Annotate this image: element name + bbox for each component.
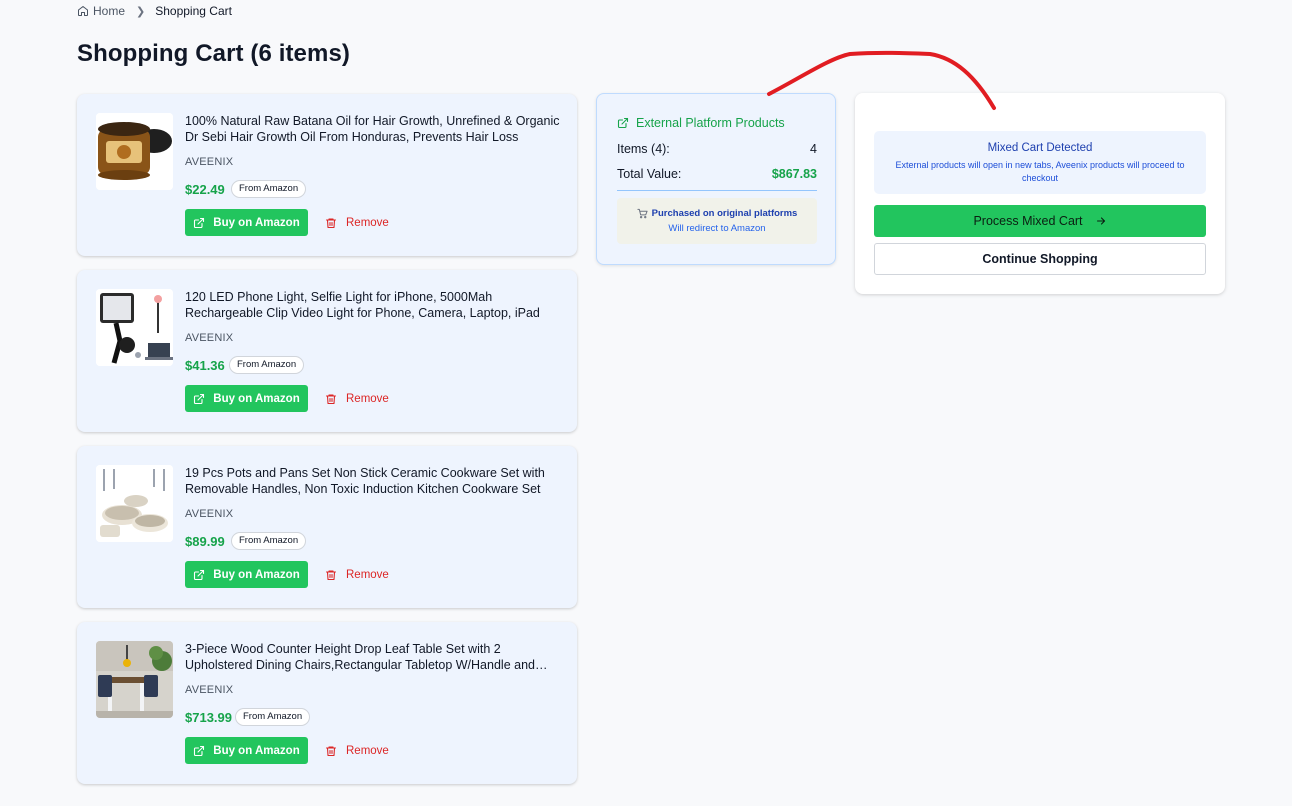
remove-button[interactable]: Remove (325, 561, 389, 588)
source-badge: From Amazon (231, 180, 307, 198)
product-title[interactable]: 19 Pcs Pots and Pans Set Non Stick Ceram… (185, 465, 560, 497)
source-badge: From Amazon (235, 708, 311, 726)
remove-button-label: Remove (346, 568, 389, 581)
external-link-icon (194, 217, 205, 228)
external-link-icon (194, 569, 205, 580)
remove-button-label: Remove (346, 744, 389, 757)
remove-button[interactable]: Remove (325, 737, 389, 764)
product-title[interactable]: 120 LED Phone Light, Selfie Light for iP… (185, 289, 560, 321)
divider (617, 190, 817, 191)
trash-icon (325, 393, 337, 404)
external-link-icon (194, 393, 205, 404)
redirect-note-line2: Will redirect to Amazon (668, 223, 766, 234)
remove-button[interactable]: Remove (325, 209, 389, 236)
redirect-note-title: Purchased on original platforms (617, 208, 817, 219)
mixed-cart-alert-description: External products will open in new tabs,… (895, 160, 1185, 183)
external-link-icon (194, 745, 205, 756)
buy-button-label: Buy on Amazon (213, 568, 300, 581)
items-value: 4 (810, 142, 817, 156)
total-label: Total Value: (617, 167, 682, 181)
continue-button-label: Continue Shopping (982, 252, 1098, 266)
items-label: Items (4): (617, 142, 670, 156)
chevron-right-icon: ❯ (136, 5, 146, 18)
source-badge: From Amazon (231, 532, 307, 550)
items-row: Items (4): 4 (617, 142, 817, 156)
checkout-panel: Mixed Cart Detected External products wi… (855, 93, 1225, 294)
breadcrumb: Home ❯ Shopping Cart (77, 4, 232, 18)
breadcrumb-home[interactable]: Home (77, 4, 125, 18)
cart-item: 19 Pcs Pots and Pans Set Non Stick Ceram… (77, 446, 577, 608)
buy-on-amazon-button[interactable]: Buy on Amazon (185, 209, 308, 236)
redirect-note: Purchased on original platforms Will red… (617, 198, 817, 244)
remove-button[interactable]: Remove (325, 385, 389, 412)
page-title: Shopping Cart (6 items) (77, 40, 350, 67)
product-price: $22.49 (185, 182, 225, 197)
trash-icon (325, 569, 337, 580)
source-badge: From Amazon (229, 356, 305, 374)
external-link-icon (617, 117, 629, 129)
home-icon (78, 6, 88, 16)
cart-item: 100% Natural Raw Batana Oil for Hair Gro… (77, 94, 577, 256)
remove-button-label: Remove (346, 392, 389, 405)
product-price: $41.36 (185, 358, 225, 373)
total-row: Total Value: $867.83 (617, 167, 817, 181)
arrow-right-icon (1096, 217, 1105, 225)
process-mixed-cart-button[interactable]: Process Mixed Cart (874, 205, 1206, 237)
product-price: $713.99 (185, 710, 232, 725)
product-image[interactable] (96, 289, 173, 366)
remove-button-label: Remove (346, 216, 389, 229)
product-title[interactable]: 100% Natural Raw Batana Oil for Hair Gro… (185, 113, 560, 145)
continue-shopping-button[interactable]: Continue Shopping (874, 243, 1206, 275)
external-summary-title: External Platform Products (617, 116, 785, 130)
buy-button-label: Buy on Amazon (213, 216, 300, 229)
buy-button-label: Buy on Amazon (213, 744, 300, 757)
external-summary-title-text: External Platform Products (636, 116, 785, 130)
external-platform-summary: External Platform Products Items (4): 4 … (596, 93, 836, 265)
cart-item: 3-Piece Wood Counter Height Drop Leaf Ta… (77, 622, 577, 784)
mixed-cart-alert: Mixed Cart Detected External products wi… (874, 131, 1206, 194)
product-brand: AVEENIX (185, 684, 234, 696)
product-image[interactable] (96, 113, 173, 190)
cart-item: 120 LED Phone Light, Selfie Light for iP… (77, 270, 577, 432)
product-title[interactable]: 3-Piece Wood Counter Height Drop Leaf Ta… (185, 641, 560, 673)
product-brand: AVEENIX (185, 156, 234, 168)
buy-button-label: Buy on Amazon (213, 392, 300, 405)
product-price: $89.99 (185, 534, 225, 549)
redirect-note-line1: Purchased on original platforms (651, 208, 798, 219)
buy-on-amazon-button[interactable]: Buy on Amazon (185, 737, 308, 764)
breadcrumb-home-label[interactable]: Home (93, 4, 125, 18)
page: Home ❯ Shopping Cart Shopping Cart (6 it… (0, 0, 1292, 806)
cart-icon (637, 208, 648, 219)
total-value: $867.83 (771, 167, 817, 181)
process-button-label: Process Mixed Cart (973, 214, 1083, 228)
trash-icon (325, 745, 337, 756)
product-image[interactable] (96, 641, 173, 718)
product-brand: AVEENIX (185, 508, 234, 520)
mixed-cart-alert-title: Mixed Cart Detected (987, 142, 1093, 154)
buy-on-amazon-button[interactable]: Buy on Amazon (185, 561, 308, 588)
buy-on-amazon-button[interactable]: Buy on Amazon (185, 385, 308, 412)
trash-icon (325, 217, 337, 228)
product-brand: AVEENIX (185, 332, 234, 344)
product-image[interactable] (96, 465, 173, 542)
breadcrumb-current: Shopping Cart (155, 4, 232, 18)
